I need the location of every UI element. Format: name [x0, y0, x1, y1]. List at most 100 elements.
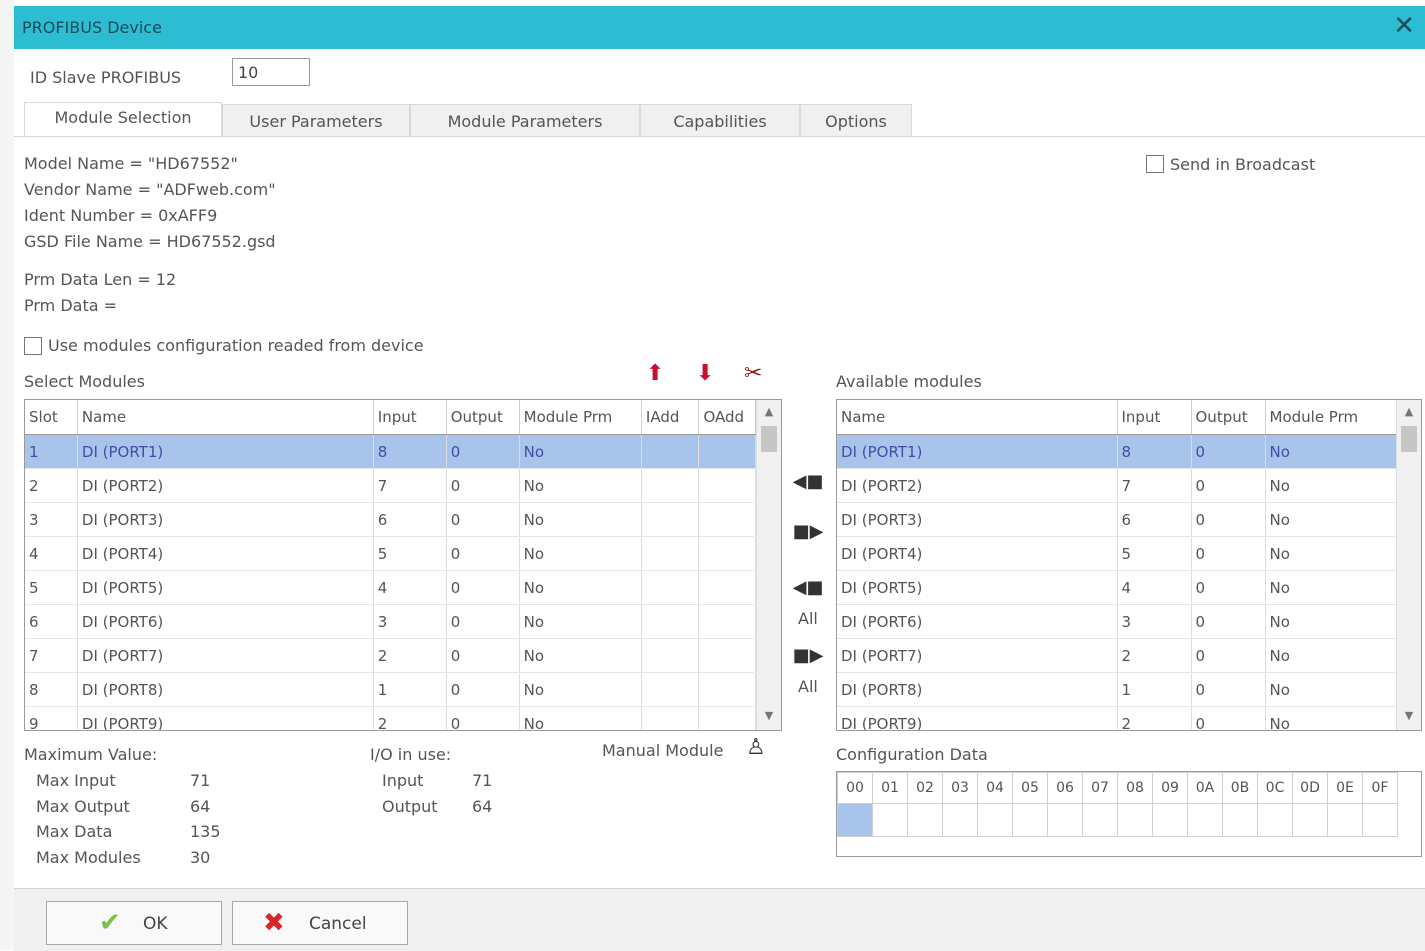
close-icon[interactable]: ✕ [1393, 11, 1415, 41]
config-cell[interactable] [907, 803, 943, 837]
cancel-button[interactable]: ✖ Cancel [232, 901, 408, 945]
gsd-file-name: GSD File Name = HD67552.gsd [24, 232, 276, 251]
table-row[interactable]: 5 DI (PORT5) 4 0 No [25, 570, 756, 605]
col-header-module-prm[interactable]: Module Prm [519, 400, 642, 435]
scroll-thumb[interactable] [761, 426, 777, 452]
cell-slot: 6 [25, 604, 78, 639]
move-all-right-icon[interactable]: ■▶ [792, 645, 824, 671]
cell-name: DI (PORT3) [77, 502, 374, 537]
tab-module-selection[interactable]: Module Selection [24, 102, 222, 138]
table-row[interactable]: DI (PORT6) 3 0 No [837, 604, 1397, 639]
config-cell[interactable] [1117, 803, 1153, 837]
select-modules-scrollbar[interactable]: ▲ ▼ [756, 400, 781, 730]
col-header-name[interactable]: Name [77, 400, 374, 435]
manual-module-icon[interactable]: ♙ [746, 735, 766, 760]
table-row[interactable]: 3 DI (PORT3) 6 0 No [25, 502, 756, 537]
config-cell[interactable] [1152, 803, 1188, 837]
scroll-down-icon[interactable]: ▼ [1397, 706, 1421, 726]
config-cell[interactable] [1047, 803, 1083, 837]
id-slave-input[interactable] [232, 58, 310, 86]
config-header-cell: 08 [1117, 772, 1153, 804]
table-row[interactable]: DI (PORT9) 2 0 No [837, 706, 1397, 730]
config-cell[interactable] [977, 803, 1013, 837]
cell-name: DI (PORT9) [77, 706, 374, 730]
arrow-down-icon[interactable]: ⬇ [696, 361, 714, 386]
config-cell[interactable] [1222, 803, 1258, 837]
tab-module-parameters[interactable]: Module Parameters [410, 104, 640, 136]
col-header-input[interactable]: Input [373, 400, 447, 435]
table-row[interactable]: 1 DI (PORT1) 8 0 No [25, 434, 756, 469]
scroll-thumb[interactable] [1401, 426, 1417, 452]
move-left-icon[interactable]: ◀■ [792, 471, 824, 497]
col-header-slot[interactable]: Slot [25, 400, 78, 435]
cell-name: DI (PORT4) [77, 536, 374, 571]
cell-module-prm: No [1265, 638, 1397, 673]
col-header-name[interactable]: Name [837, 400, 1118, 435]
cell-oadd [698, 570, 756, 605]
col-header-output[interactable]: Output [1191, 400, 1266, 435]
table-row[interactable]: 7 DI (PORT7) 2 0 No [25, 638, 756, 673]
config-cell[interactable] [872, 803, 908, 837]
config-cell[interactable] [1257, 803, 1293, 837]
delete-icon[interactable]: ✂ [744, 361, 762, 386]
table-row[interactable]: DI (PORT2) 7 0 No [837, 468, 1397, 503]
scroll-up-icon[interactable]: ▲ [757, 402, 781, 422]
table-row[interactable]: 2 DI (PORT2) 7 0 No [25, 468, 756, 503]
cell-slot: 8 [25, 672, 78, 707]
config-cell[interactable] [1362, 803, 1398, 837]
table-row[interactable]: 4 DI (PORT4) 5 0 No [25, 536, 756, 571]
cell-oadd [698, 604, 756, 639]
configuration-data-grid: 00 01 02 03 04 05 06 07 08 09 0A 0B 0C 0… [836, 771, 1422, 857]
cell-output: 0 [1191, 672, 1266, 707]
send-broadcast-checkbox[interactable] [1146, 155, 1164, 173]
move-all-left-icon[interactable]: ◀■ [792, 577, 824, 603]
tab-options[interactable]: Options [800, 104, 912, 136]
col-header-output[interactable]: Output [446, 400, 520, 435]
cell-output: 0 [446, 502, 520, 537]
config-header-cell: 00 [837, 772, 873, 804]
available-modules-scrollbar[interactable]: ▲ ▼ [1396, 400, 1421, 730]
col-header-oadd[interactable]: OAdd [698, 400, 756, 435]
ok-button[interactable]: ✔ OK [46, 901, 222, 945]
cell-iadd [641, 706, 700, 730]
col-header-iadd[interactable]: IAdd [641, 400, 700, 435]
cell-module-prm: No [1265, 672, 1397, 707]
scroll-down-icon[interactable]: ▼ [757, 706, 781, 726]
config-cell[interactable] [1327, 803, 1363, 837]
cell-output: 0 [446, 706, 520, 730]
cell-name: DI (PORT8) [77, 672, 374, 707]
config-cell[interactable] [1292, 803, 1328, 837]
tab-user-parameters[interactable]: User Parameters [222, 104, 410, 136]
config-cell[interactable] [1082, 803, 1118, 837]
table-row[interactable]: DI (PORT4) 5 0 No [837, 536, 1397, 571]
tab-capabilities[interactable]: Capabilities [640, 104, 800, 136]
table-row[interactable]: DI (PORT5) 4 0 No [837, 570, 1397, 605]
table-row[interactable]: 8 DI (PORT8) 1 0 No [25, 672, 756, 707]
col-header-input[interactable]: Input [1117, 400, 1192, 435]
io-input-value: 71 [472, 771, 493, 790]
cell-output: 0 [1191, 536, 1266, 571]
table-row[interactable]: 9 DI (PORT9) 2 0 No [25, 706, 756, 730]
table-row[interactable]: DI (PORT3) 6 0 No [837, 502, 1397, 537]
config-cell[interactable] [837, 803, 873, 837]
cell-module-prm: No [1265, 570, 1397, 605]
cell-slot: 3 [25, 502, 78, 537]
scroll-up-icon[interactable]: ▲ [1397, 402, 1421, 422]
config-cell[interactable] [1187, 803, 1223, 837]
table-row[interactable]: 6 DI (PORT6) 3 0 No [25, 604, 756, 639]
table-row[interactable]: DI (PORT8) 1 0 No [837, 672, 1397, 707]
cell-input: 6 [373, 502, 447, 537]
config-cell[interactable] [1012, 803, 1048, 837]
col-header-module-prm[interactable]: Module Prm [1265, 400, 1397, 435]
table-row[interactable]: DI (PORT7) 2 0 No [837, 638, 1397, 673]
cell-input: 6 [1117, 502, 1192, 537]
move-right-icon[interactable]: ■▶ [792, 521, 824, 547]
table-row[interactable]: DI (PORT1) 8 0 No [837, 434, 1397, 469]
use-modules-config-checkbox[interactable] [24, 337, 42, 355]
cell-module-prm: No [519, 468, 642, 503]
config-cell[interactable] [942, 803, 978, 837]
arrow-up-icon[interactable]: ⬆ [646, 361, 664, 386]
cell-oadd [698, 468, 756, 503]
ok-check-icon: ✔ [99, 908, 121, 938]
send-broadcast-label: Send in Broadcast [1170, 155, 1316, 174]
